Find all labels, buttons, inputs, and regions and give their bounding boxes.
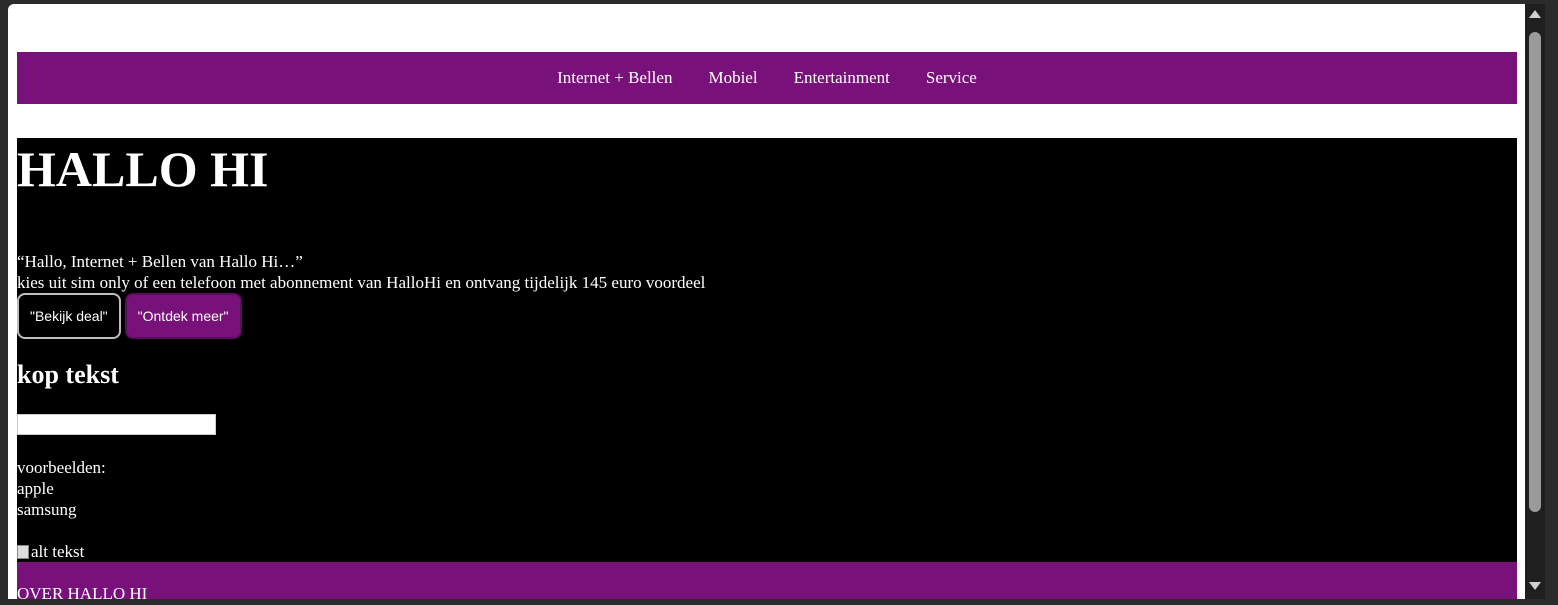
examples-label: voorbeelden: — [17, 458, 106, 477]
hero-quote: “Hallo, Internet + Bellen van Hallo Hi…” — [17, 252, 303, 271]
examples-list: voorbeelden: apple samsung — [17, 457, 106, 520]
hero-subline: kies uit sim only of een telefoon met ab… — [17, 273, 706, 292]
bekijk-deal-button[interactable]: "Bekijk deal" — [17, 293, 121, 339]
scroll-down-icon[interactable] — [1529, 582, 1541, 590]
hero-buttons: "Bekijk deal" "Ontdek meer" — [17, 293, 242, 339]
footer-title: OVER HALLO HI — [17, 584, 148, 599]
search-input[interactable] — [17, 414, 216, 435]
nav-service[interactable]: Service — [926, 68, 977, 88]
nav-mobiel[interactable]: Mobiel — [708, 68, 757, 88]
broken-image: alt tekst — [17, 542, 84, 562]
hero-title: HALLO HI — [17, 141, 269, 197]
ontdek-meer-button[interactable]: "Ontdek meer" — [124, 293, 242, 339]
nav-internet-bellen[interactable]: Internet + Bellen — [557, 68, 672, 88]
vertical-scrollbar[interactable] — [1525, 4, 1545, 599]
scroll-thumb[interactable] — [1529, 32, 1541, 512]
main-navbar: Internet + Bellen Mobiel Entertainment S… — [17, 52, 1517, 104]
nav-entertainment[interactable]: Entertainment — [794, 68, 890, 88]
kop-heading: kop tekst — [17, 360, 119, 389]
browser-viewport: Internet + Bellen Mobiel Entertainment S… — [8, 4, 1525, 599]
example-item-samsung: samsung — [17, 500, 77, 519]
footer-section: OVER HALLO HI — [17, 562, 1517, 599]
hero-section: HALLO HI “Hallo, Internet + Bellen van H… — [17, 138, 1517, 562]
image-alt-text: alt tekst — [31, 542, 85, 561]
scroll-up-icon[interactable] — [1529, 10, 1541, 18]
example-item-apple: apple — [17, 479, 54, 498]
broken-image-icon — [17, 545, 29, 559]
